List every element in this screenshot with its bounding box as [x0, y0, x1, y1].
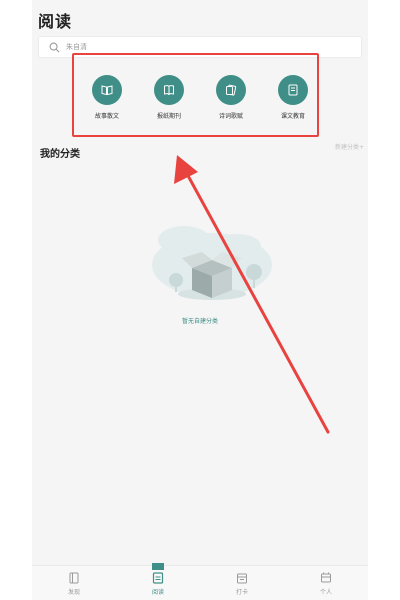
active-tab-indicator [152, 562, 164, 570]
bottom-tab-bar: 发现 阅读 打卡 个人 [32, 562, 368, 600]
tab-label: 个人 [319, 588, 332, 596]
annotation-arrow [174, 155, 330, 434]
profile-icon [321, 572, 331, 582]
reading-icon [152, 571, 164, 584]
tab-discover[interactable]: 发现 [44, 571, 104, 596]
tab-profile[interactable]: 个人 [296, 571, 356, 596]
tab-reading[interactable]: 阅读 [128, 562, 188, 596]
calendar-icon [237, 573, 247, 583]
tab-checkin[interactable]: 打卡 [212, 571, 272, 596]
tab-label: 打卡 [235, 588, 248, 596]
phone-screen: 阅读 朱自清 故事散文 报纸期刊 诗词歌赋 课文教育 我的分类 新建分类+ 暂无… [32, 0, 368, 600]
discover-book-icon [69, 572, 79, 583]
tab-label: 阅读 [151, 588, 164, 596]
tab-label: 发现 [67, 588, 80, 596]
